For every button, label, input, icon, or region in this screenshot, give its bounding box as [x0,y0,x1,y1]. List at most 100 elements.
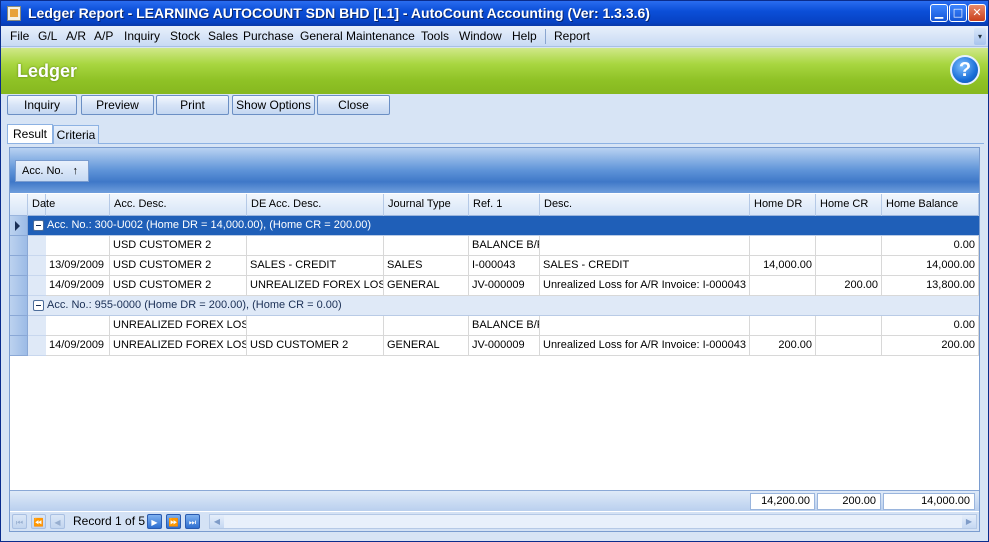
cell-desc: Unrealized Loss for A/R Invoice: I-00004… [540,336,750,356]
cell-ref-1: JV-000009 [469,336,540,356]
cell-desc [540,316,750,336]
cell-de-acc-desc [247,316,384,336]
cell-home-dr [750,316,816,336]
cell-ref-1: I-000043 [469,256,540,276]
table-row[interactable]: 13/09/2009 USD CUSTOMER 2 SALES - CREDIT… [10,256,979,276]
tab-criteria[interactable]: Criteria [53,125,99,144]
col-journal-type[interactable]: Journal Type [384,194,469,216]
print-button[interactable]: Print [156,95,229,115]
maximize-button[interactable]: □ [949,4,967,22]
row-indent [28,336,46,356]
row-indicator[interactable] [10,316,28,336]
menu-tools[interactable]: Tools [421,29,449,43]
cell-acc-desc: UNREALIZED FOREX LOSS [110,336,247,356]
menu-file[interactable]: File [10,29,29,43]
col-acc-desc[interactable]: Acc. Desc. [110,194,247,216]
preview-button[interactable]: Preview [81,95,154,115]
menu-report[interactable]: Report [554,29,590,43]
cell-home-balance: 0.00 [882,316,979,336]
page-header: Ledger [1,48,988,94]
prev-record-icon[interactable]: ◀ [50,514,65,529]
cell-home-dr [750,276,816,296]
menu-gl[interactable]: G/L [38,29,57,43]
cell-de-acc-desc: UNREALIZED FOREX LOSS [247,276,384,296]
col-home-cr[interactable]: Home CR [816,194,882,216]
row-indicator[interactable] [10,256,28,276]
ledger-grid: Acc. No. ↑ Date Acc. Desc. DE Acc. Desc.… [9,147,980,532]
last-record-icon[interactable]: ⏭ [185,514,200,529]
cell-home-balance: 14,000.00 [882,256,979,276]
row-indicator[interactable] [10,276,28,296]
cell-acc-desc: USD CUSTOMER 2 [110,236,247,256]
menu-inquiry[interactable]: Inquiry [124,29,160,43]
scroll-left-icon[interactable]: ◀ [210,515,224,528]
row-indicator[interactable] [10,296,28,316]
total-home-cr: 200.00 [817,493,881,510]
col-date[interactable]: Date [28,194,110,216]
table-row[interactable]: 14/09/2009 USD CUSTOMER 2 UNREALIZED FOR… [10,276,979,296]
row-indicator[interactable] [10,336,28,356]
cell-date: 13/09/2009 [46,256,110,276]
scroll-right-icon[interactable]: ▶ [962,515,976,528]
next-record-icon[interactable]: ▶ [147,514,162,529]
first-record-icon[interactable]: ⏮ [12,514,27,529]
horizontal-scrollbar[interactable]: ◀ ▶ [209,514,977,529]
tab-divider [7,143,984,144]
prev-page-icon[interactable]: ⏪ [31,514,46,529]
menu-bar: File G/L A/R A/P Inquiry Stock Sales Pur… [1,26,988,47]
row-indicator[interactable] [10,236,28,256]
next-page-icon[interactable]: ⏩ [166,514,181,529]
chevron-down-icon[interactable]: ▾ [974,28,986,45]
collapse-icon[interactable] [33,300,44,311]
menu-ar[interactable]: A/R [66,29,86,43]
record-navigator: ⏮ ⏪ ◀ Record 1 of 5 ▶ ⏩ ⏭ ◀ ▶ [10,512,979,531]
cell-de-acc-desc [247,236,384,256]
row-indicator[interactable] [10,216,28,236]
group-row[interactable]: Acc. No.: 955-0000 (Home DR = 200.00), (… [10,296,979,316]
cell-journal-type: GENERAL [384,336,469,356]
menu-purchase[interactable]: Purchase [243,29,294,43]
cell-de-acc-desc: SALES - CREDIT [247,256,384,276]
tab-result[interactable]: Result [7,124,53,143]
group-row[interactable]: Acc. No.: 300-U002 (Home DR = 14,000.00)… [10,216,979,236]
table-row[interactable]: USD CUSTOMER 2 BALANCE B/F 0.00 [10,236,979,256]
minimize-button[interactable]: ▁ [930,4,948,22]
close-button[interactable]: Close [317,95,390,115]
group-label: Acc. No.: 955-0000 (Home DR = 200.00), (… [47,299,342,311]
group-chip-label: Acc. No. [22,165,64,177]
row-indent [28,256,46,276]
window-title: Ledger Report - LEARNING AUTOCOUNT SDN B… [28,5,650,21]
cell-home-cr [816,236,882,256]
cell-home-cr [816,256,882,276]
cell-journal-type [384,316,469,336]
show-options-button[interactable]: Show Options [232,95,315,115]
menu-separator [545,29,546,44]
col-ref-1[interactable]: Ref. 1 [469,194,540,216]
title-bar[interactable]: Ledger Report - LEARNING AUTOCOUNT SDN B… [1,1,988,26]
col-home-dr[interactable]: Home DR [750,194,816,216]
inquiry-button[interactable]: Inquiry [7,95,77,115]
close-window-button[interactable]: ✕ [968,4,986,22]
col-de-acc-desc[interactable]: DE Acc. Desc. [247,194,384,216]
col-desc[interactable]: Desc. [540,194,750,216]
page-title: Ledger [17,61,78,81]
table-row[interactable]: UNREALIZED FOREX LOSS BALANCE B/F 0.00 [10,316,979,336]
group-label: Acc. No.: 300-U002 (Home DR = 14,000.00)… [47,219,372,231]
sort-ascending-icon: ↑ [72,165,79,177]
menu-ap[interactable]: A/P [94,29,113,43]
cell-desc: Unrealized Loss for A/R Invoice: I-00004… [540,276,750,296]
menu-sales[interactable]: Sales [208,29,238,43]
cell-desc [540,236,750,256]
col-home-balance[interactable]: Home Balance [882,194,979,216]
app-window: Ledger Report - LEARNING AUTOCOUNT SDN B… [0,0,989,542]
group-by-acc-no-chip[interactable]: Acc. No. ↑ [15,160,89,182]
cell-de-acc-desc: USD CUSTOMER 2 [247,336,384,356]
menu-stock[interactable]: Stock [170,29,200,43]
help-icon[interactable]: ? [950,55,980,85]
table-row[interactable]: 14/09/2009 UNREALIZED FOREX LOSS USD CUS… [10,336,979,356]
collapse-icon[interactable] [33,220,44,231]
cell-acc-desc: USD CUSTOMER 2 [110,276,247,296]
menu-general-maintenance[interactable]: General Maintenance [300,29,415,43]
menu-help[interactable]: Help [512,29,537,43]
menu-window[interactable]: Window [459,29,502,43]
